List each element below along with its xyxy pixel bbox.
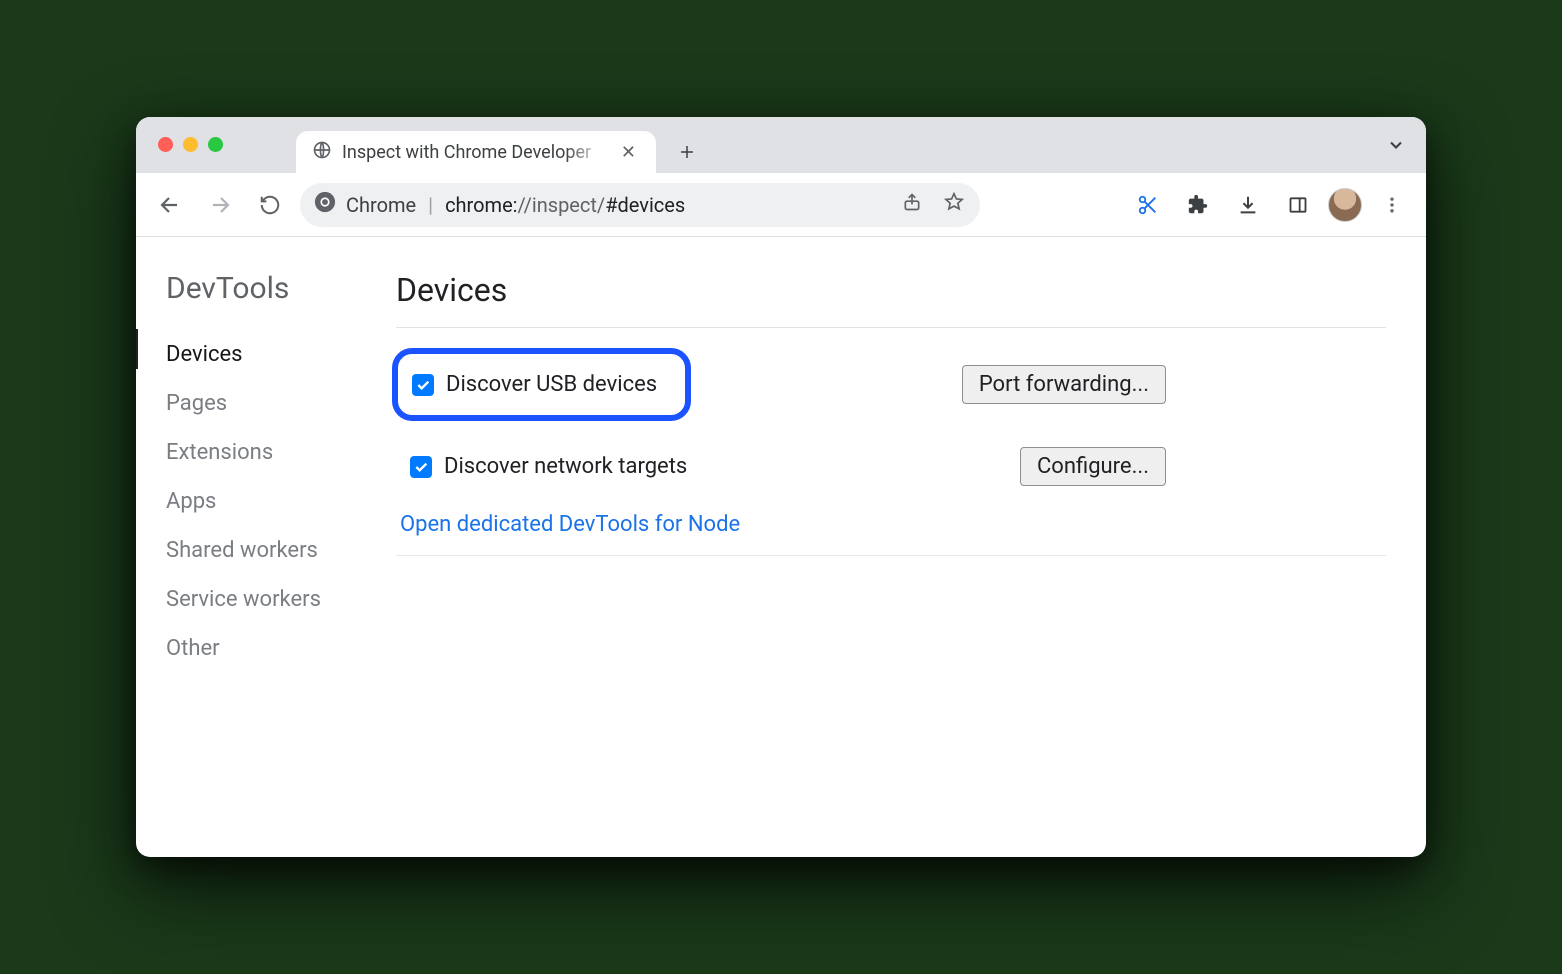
extensions-icon[interactable] [1178,185,1218,225]
globe-icon [312,140,332,165]
page-heading: Devices [396,271,1386,309]
discover-network-label: Discover network targets [444,454,687,479]
node-devtools-row: Open dedicated DevTools for Node [396,512,1386,537]
omnibox-label: Chrome [346,193,416,217]
tab-title: Inspect with Chrome Developer [342,142,605,163]
discover-usb-option[interactable]: Discover USB devices [412,372,657,397]
downloads-icon[interactable] [1228,185,1268,225]
sidebar-item-other[interactable]: Other [136,624,386,673]
reload-button[interactable] [250,185,290,225]
divider [396,555,1386,556]
divider [396,327,1386,328]
tabs-dropdown-button[interactable] [1386,135,1406,159]
checkbox-icon[interactable] [410,456,432,478]
scissors-icon[interactable] [1128,185,1168,225]
maximize-window-button[interactable] [208,137,223,152]
discover-network-option[interactable]: Discover network targets [396,454,687,479]
back-button[interactable] [150,185,190,225]
share-icon[interactable] [896,192,928,217]
omnibox-url: chrome://inspect/#devices [445,193,685,217]
close-tab-button[interactable]: ✕ [615,140,642,165]
sidebar: DevTools Devices Pages Extensions Apps S… [136,237,386,857]
sidebar-item-pages[interactable]: Pages [136,379,386,428]
port-forwarding-button[interactable]: Port forwarding... [962,365,1166,404]
forward-button[interactable] [200,185,240,225]
side-panel-icon[interactable] [1278,185,1318,225]
sidebar-item-shared-workers[interactable]: Shared workers [136,526,386,575]
checkbox-icon[interactable] [412,374,434,396]
page-content: DevTools Devices Pages Extensions Apps S… [136,237,1426,857]
discover-usb-label: Discover USB devices [446,372,657,397]
sidebar-item-apps[interactable]: Apps [136,477,386,526]
browser-toolbar: Chrome | chrome://inspect/#devices [136,173,1426,237]
sidebar-item-devices[interactable]: Devices [136,330,386,379]
open-node-devtools-link[interactable]: Open dedicated DevTools for Node [400,512,740,537]
toolbar-actions [1128,185,1412,225]
close-window-button[interactable] [158,137,173,152]
sidebar-item-extensions[interactable]: Extensions [136,428,386,477]
bookmark-star-icon[interactable] [938,192,970,217]
minimize-window-button[interactable] [183,137,198,152]
new-tab-button[interactable] [670,135,704,169]
browser-window: Inspect with Chrome Developer ✕ Chrome | [136,117,1426,857]
main-panel: Devices Discover USB devices Port forwar… [386,237,1426,857]
address-bar[interactable]: Chrome | chrome://inspect/#devices [300,183,980,227]
browser-tab[interactable]: Inspect with Chrome Developer ✕ [296,131,656,173]
sidebar-title: DevTools [136,271,386,330]
menu-button[interactable] [1372,185,1412,225]
tab-strip: Inspect with Chrome Developer ✕ [136,117,1426,173]
configure-button[interactable]: Configure... [1020,447,1166,486]
sidebar-item-service-workers[interactable]: Service workers [136,575,386,624]
chrome-icon [314,191,336,218]
highlight-annotation: Discover USB devices [392,348,691,421]
discover-usb-row: Discover USB devices Port forwarding... [396,348,1386,421]
omnibox-separator: | [428,193,433,217]
window-controls [158,137,223,152]
discover-network-row: Discover network targets Configure... [396,447,1386,486]
profile-avatar[interactable] [1328,188,1362,222]
